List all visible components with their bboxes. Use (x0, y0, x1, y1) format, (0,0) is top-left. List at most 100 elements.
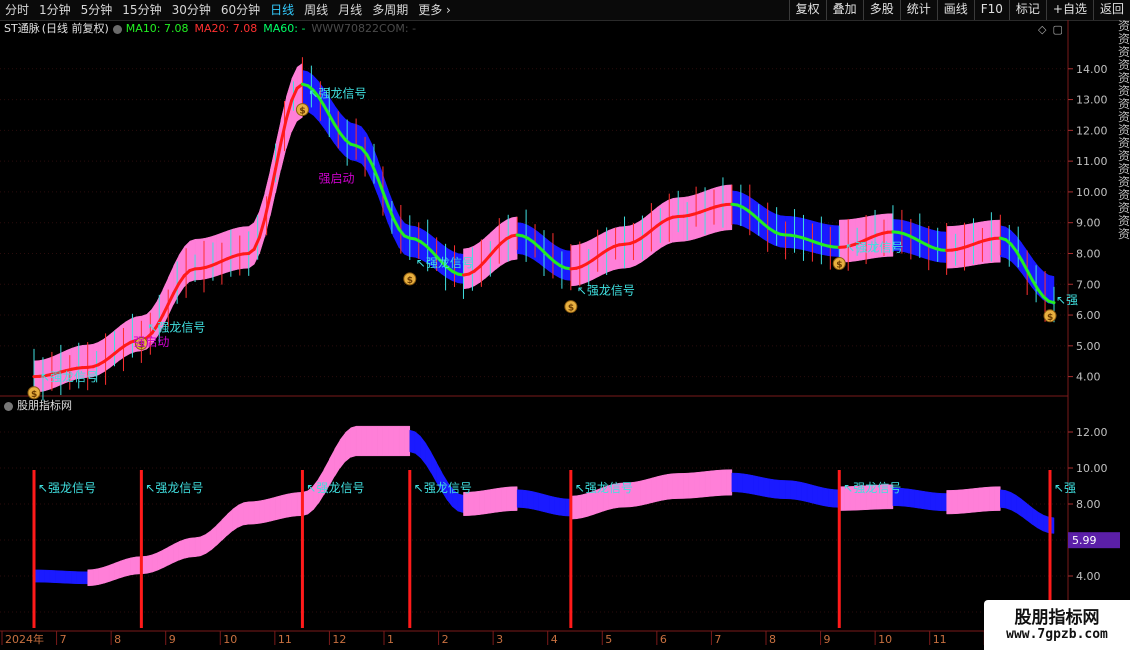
date-label-12: 6 (660, 633, 667, 646)
ind-band-segment-43 (264, 498, 271, 523)
ind-band-segment-23 (157, 549, 164, 571)
main-axis-label-8: 6.00 (1076, 309, 1101, 322)
ind-band-segment-136 (763, 477, 770, 498)
money-bag-glyph-3: $ (407, 276, 413, 286)
ind-band-segment-162 (903, 488, 910, 508)
ind-band-segment-143 (801, 482, 808, 503)
main-axis-label-0: 14.00 (1076, 63, 1108, 76)
band-segment-27 (178, 246, 185, 296)
band-segment-168 (935, 230, 942, 263)
date-label-7: 1 (387, 633, 394, 646)
ind-band-segment-89 (511, 486, 518, 511)
band-segment-35 (221, 230, 228, 275)
band-segment-59 (350, 122, 357, 162)
ind-axis-label-0: 12.00 (1076, 426, 1108, 439)
ind-band-segment-133 (747, 474, 754, 495)
band-segment-150 (839, 219, 845, 263)
money-bag-glyph-0: $ (31, 390, 37, 400)
ind-band-segment-128 (720, 469, 727, 496)
band-segment-100 (570, 244, 577, 287)
ind-band-segment-176 (978, 487, 985, 513)
band-segment-123 (694, 192, 700, 240)
ind-band-segment-59 (350, 425, 357, 458)
band-segment-12 (98, 338, 105, 376)
ind-band-segment-188 (1043, 514, 1049, 534)
band-segment-31 (200, 237, 207, 281)
ind-band-segment-66 (388, 425, 394, 457)
ind-band-segment-9 (82, 571, 88, 585)
ind-signal-label-2: ↖强龙信号 (306, 481, 364, 495)
band-segment-126 (710, 187, 717, 235)
ind-band-segment-102 (581, 493, 588, 519)
band-segment-145 (812, 220, 819, 254)
band-segment-39 (243, 226, 249, 269)
ind-band-segment-165 (919, 490, 926, 510)
dragon-signal-label-3: ↖强龙信号 (416, 256, 474, 270)
ind-band-segment-6 (65, 570, 72, 584)
ma10-segment-189 (1047, 299, 1056, 305)
ind-signal-label-5: ↖强龙信号 (843, 481, 901, 495)
band-segment-140 (785, 215, 792, 249)
ind-band-segment-39 (243, 501, 249, 526)
ind-band-segment-14 (108, 562, 115, 583)
ind-band-segment-137 (769, 478, 776, 499)
band-segment-178 (989, 219, 996, 264)
ind-band-segment-26 (173, 541, 180, 564)
ind-band-segment-179 (994, 486, 1001, 511)
right-vertical-text: 资资资资资资资资资资资资资资资资资 (1118, 20, 1130, 241)
band-segment-125 (704, 188, 711, 237)
band-segment-127 (715, 185, 722, 233)
ind-band-segment-69 (404, 425, 411, 457)
band-segment-36 (227, 228, 233, 273)
band-segment-34 (216, 232, 223, 277)
ind-band-segment-94 (538, 492, 545, 513)
date-label-17: 11 (933, 633, 947, 646)
ind-band-segment-33 (210, 524, 217, 551)
ind-band-segment-57 (339, 432, 346, 469)
ind-band-segment-31 (200, 533, 207, 557)
band-segment-25 (167, 266, 174, 316)
band-segment-153 (855, 217, 861, 262)
ind-band-segment-25 (167, 543, 174, 566)
date-label-5: 11 (278, 633, 292, 646)
band-segment-111 (629, 223, 636, 268)
band-segment-24 (162, 278, 169, 327)
date-label-15: 9 (824, 633, 831, 646)
ind-band-segment-182 (1010, 492, 1017, 514)
ind-band-segment-103 (586, 491, 593, 517)
ind-band-segment-84 (484, 489, 491, 515)
kline-chart[interactable]: 14.0013.0012.0011.0010.009.008.007.006.0… (0, 0, 1130, 650)
ind-band-segment-187 (1037, 511, 1044, 532)
dragon-signal-label-2: ↖强龙信号 (308, 87, 366, 101)
ind-band-segment-183 (1016, 495, 1023, 518)
band-segment-120 (677, 197, 684, 242)
ind-band-segment-178 (989, 486, 996, 512)
ind-band-segment-29 (189, 537, 196, 558)
band-segment-128 (720, 184, 727, 232)
band-segment-121 (683, 196, 690, 242)
band-segment-82 (473, 241, 480, 287)
start-signal-label-1: 强启动 (319, 172, 355, 186)
band-segment-177 (983, 220, 990, 264)
ind-band-segment-121 (683, 472, 690, 499)
ind-band-segment-16 (119, 559, 126, 579)
band-segment-110 (624, 225, 631, 269)
ind-band-segment-181 (1005, 490, 1012, 511)
band-segment-119 (672, 197, 679, 243)
ind-band-segment-170 (946, 490, 953, 515)
ind-axis-label-1: 10.00 (1076, 462, 1108, 475)
ind-band-segment-44 (269, 496, 276, 522)
ind-band-segment-11 (92, 568, 99, 586)
band-segment-69 (404, 222, 411, 258)
ind-band-segment-173 (962, 488, 969, 514)
ind-band-segment-169 (941, 493, 947, 512)
band-segment-131 (737, 191, 743, 227)
band-segment-138 (774, 213, 781, 248)
dragon-signal-label-4: ↖强龙信号 (577, 284, 635, 298)
band-segment-13 (103, 334, 110, 373)
ind-band-segment-92 (527, 490, 534, 510)
ind-band-segment-119 (672, 473, 679, 500)
ind-band-segment-58 (345, 427, 351, 463)
band-segment-179 (994, 219, 1001, 263)
ind-band-segment-62 (366, 425, 373, 457)
